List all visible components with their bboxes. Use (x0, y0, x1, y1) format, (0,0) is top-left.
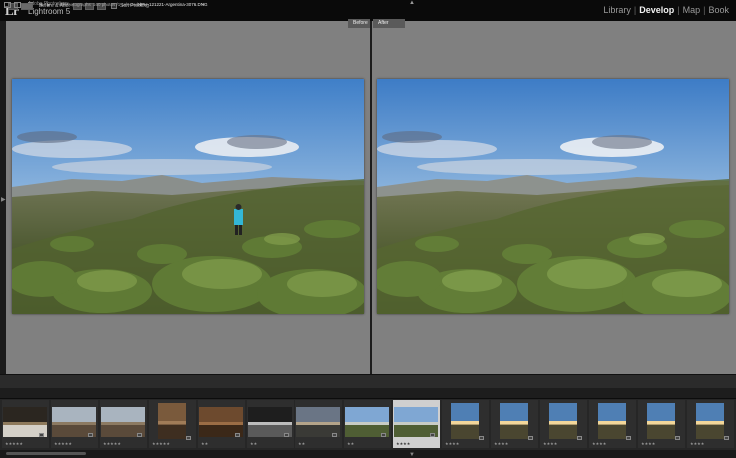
thumbnail-rating: ★★ (250, 441, 258, 446)
filmstrip-cell[interactable]: ★★★★ (491, 400, 538, 448)
filmstrip-cell[interactable]: ★★★★ (589, 400, 636, 448)
develop-badge-icon (527, 436, 533, 440)
develop-toolbar (0, 374, 736, 388)
before-label: Before (348, 19, 370, 28)
develop-badge-icon (87, 433, 93, 437)
after-photo[interactable] (377, 79, 729, 314)
develop-badge-icon (38, 433, 44, 437)
filmstrip-cell[interactable]: ★★ (295, 400, 342, 448)
thumbnail-rating: ★★★★★ (152, 441, 170, 446)
filmstrip-cell[interactable]: ★★★★ (540, 400, 587, 448)
thumbnail-rating: ★★ (298, 441, 306, 446)
filmstrip-cell[interactable]: ★★★★ (393, 400, 440, 448)
filmstrip-thumbnail[interactable] (696, 403, 724, 439)
filmstrip-thumbnail[interactable] (158, 403, 186, 439)
filmstrip-cell[interactable]: ★★ (198, 400, 245, 448)
filmstrip-cell[interactable]: ★★★★ (638, 400, 685, 448)
develop-badge-icon (576, 436, 582, 440)
left-panel-toggle-icon[interactable]: ▶ (1, 196, 6, 203)
filmstrip-cell[interactable]: ★★★★ (442, 400, 489, 448)
thumbnail-rating: ★★★★ (641, 441, 656, 446)
thumbnail-rating: ★★★★ (690, 441, 705, 446)
filmstrip-header (0, 388, 736, 399)
compare-divider (370, 21, 372, 374)
filmstrip-thumbnail[interactable] (500, 403, 528, 439)
develop-badge-icon (380, 433, 386, 437)
develop-badge-icon (478, 436, 484, 440)
source-label[interactable]: All Photographs (59, 2, 91, 7)
develop-badge-icon (331, 433, 337, 437)
filmstrip-cell[interactable]: ★★ (247, 400, 294, 448)
top-panel-toggle-icon[interactable]: ▲ (409, 0, 415, 6)
main-window-icon[interactable] (14, 2, 21, 8)
filmstrip-cell[interactable]: ★★★★ (687, 400, 734, 448)
thumbnail-rating: ★★★★ (445, 441, 460, 446)
module-map[interactable]: Map (680, 5, 704, 15)
module-develop[interactable]: Develop (636, 5, 677, 15)
develop-badge-icon (723, 436, 729, 440)
grid-icon[interactable] (28, 2, 33, 8)
photo-count: 160 photos /1 selected / (93, 2, 141, 7)
filmstrip-thumbnail[interactable] (451, 403, 479, 439)
bottom-panel-toggle-icon[interactable]: ▼ (409, 452, 415, 458)
thumbnail-rating: ★★★★★ (54, 441, 72, 446)
thumbnail-rating: ★★★★ (592, 441, 607, 446)
thumbnail-rating: ★★ (347, 441, 355, 446)
thumbnail-rating: ★★★★★ (5, 441, 23, 446)
develop-badge-icon (674, 436, 680, 440)
secondary-window-icon[interactable] (4, 2, 11, 8)
filmstrip-scrollbar[interactable] (0, 450, 736, 458)
module-picker: Library | Develop | Map | Book (600, 5, 732, 15)
develop-badge-icon (625, 436, 631, 440)
after-label: After (373, 19, 405, 28)
thumbnail-rating: ★★ (201, 441, 209, 446)
module-book[interactable]: Book (705, 5, 732, 15)
before-photo[interactable] (12, 79, 364, 314)
filmstrip-cell[interactable]: ★★★★★ (100, 400, 147, 448)
thumbnail-rating: ★★★★★ (103, 441, 121, 446)
selected-filename[interactable]: NPH-121221-Argentina-3076.DNG (138, 2, 208, 7)
thumbnail-rating: ★★★★ (494, 441, 509, 446)
thumbnail-rating: ★★★★ (396, 441, 411, 446)
filmstrip-thumbnail[interactable] (647, 403, 675, 439)
filename-dropdown-chevron-down-icon[interactable]: ▾ (202, 2, 204, 8)
filmstrip-cell[interactable]: ★★ (344, 400, 391, 448)
module-library[interactable]: Library (600, 5, 634, 15)
nav-back-icon[interactable]: ◀ (39, 2, 42, 8)
filmstrip-thumbnail[interactable] (549, 403, 577, 439)
develop-badge-icon (234, 433, 240, 437)
filmstrip-cell[interactable]: ★★★★★ (51, 400, 98, 448)
filmstrip-cell[interactable]: ★★★★★ (149, 400, 196, 448)
develop-badge-icon (283, 433, 289, 437)
develop-badge-icon (136, 433, 142, 437)
nav-forward-icon[interactable]: ▶ (47, 2, 50, 8)
develop-badge-icon (429, 433, 435, 437)
develop-badge-icon (185, 436, 191, 440)
filmstrip-scroll-thumb[interactable] (6, 452, 86, 455)
thumbnail-rating: ★★★★ (543, 441, 558, 446)
filmstrip-cell[interactable]: ★★★★★ (2, 400, 49, 448)
filmstrip-thumbnail[interactable] (598, 403, 626, 439)
